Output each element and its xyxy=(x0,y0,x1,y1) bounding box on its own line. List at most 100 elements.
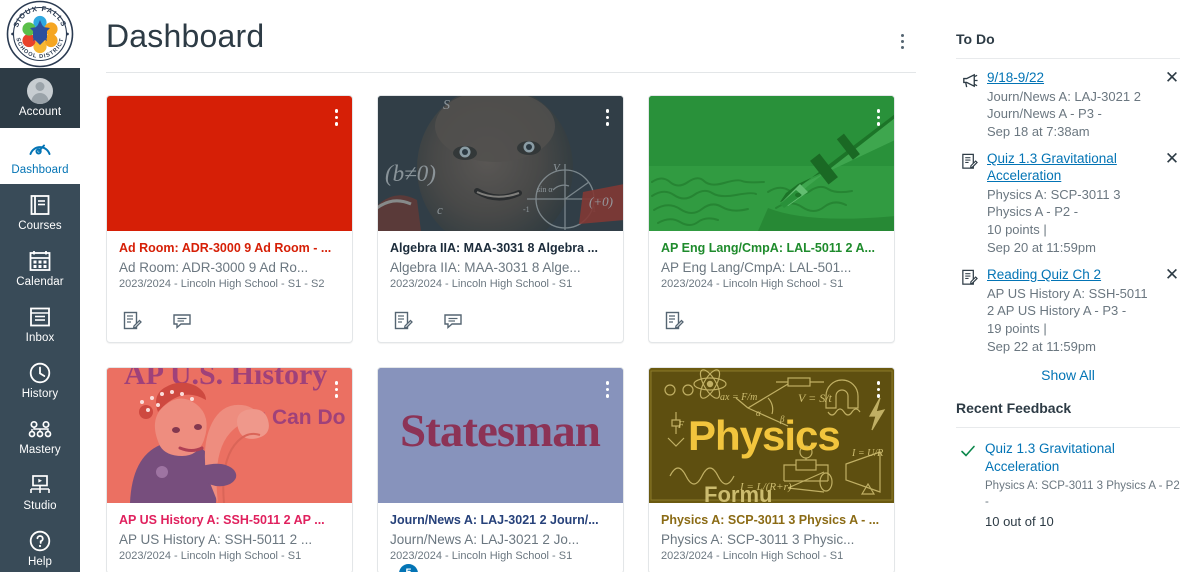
todo-dismiss-button[interactable]: ✕ xyxy=(1164,150,1180,167)
course-card-title[interactable]: AP US History A: SSH-5011 2 AP ... xyxy=(119,513,340,528)
nav-item-label: Help xyxy=(27,556,53,568)
discussions-icon[interactable] xyxy=(442,310,464,332)
todo-due: Sep 22 at 11:59pm xyxy=(987,339,1096,354)
course-card-subtitle: AP US History A: SSH-5011 2 ... xyxy=(119,532,313,547)
course-card[interactable]: ax = F/m V = S/t F I = L/(R+r) I = U/R α… xyxy=(648,367,895,572)
nav-item-inbox[interactable]: Inbox xyxy=(0,296,80,352)
district-logo[interactable]: SIOUX FALLS SCHOOL DISTRICT xyxy=(0,0,80,68)
course-card-wrapper: Statesman Journ/News A: LAJ-3021 2 Journ… xyxy=(377,367,624,572)
course-card-body: AP Eng Lang/CmpA: LAL-5011 2 A... AP Eng… xyxy=(649,231,894,301)
course-card-title[interactable]: Journ/News A: LAJ-3021 2 Journ/... xyxy=(390,513,611,528)
course-card-options-button[interactable] xyxy=(602,377,614,402)
nav-item-history[interactable]: History xyxy=(0,352,80,408)
card-art-rosie-the-riveter: AP U.S. History You Can Do It! xyxy=(107,368,352,503)
discussions-icon[interactable] xyxy=(171,310,193,332)
course-card-options-button[interactable] xyxy=(873,105,885,130)
nav-item-label: Calendar xyxy=(16,276,64,288)
inbox-tray-icon xyxy=(30,307,50,327)
todo-link[interactable]: Reading Quiz Ch 2 xyxy=(987,266,1101,283)
svg-text:Statesman: Statesman xyxy=(400,405,601,457)
course-card[interactable]: (b≠0) c S V sin α 1 -1 (+0) xyxy=(377,95,624,343)
course-card-options-button[interactable] xyxy=(331,105,343,130)
assignments-icon[interactable] xyxy=(121,310,143,332)
kebab-dot xyxy=(900,33,904,37)
course-card-options-button[interactable] xyxy=(873,377,885,402)
recent-feedback-heading: Recent Feedback xyxy=(956,400,1072,416)
course-card-actions xyxy=(107,301,352,342)
course-card-actions xyxy=(649,301,894,342)
nav-item-studio[interactable]: Studio xyxy=(0,464,80,520)
todo-link[interactable]: Quiz 1.3 Gravitational Acceleration xyxy=(987,150,1156,184)
kebab-dot xyxy=(605,394,609,398)
nav-item-dashboard[interactable]: Dashboard xyxy=(0,128,80,184)
course-card-subtitle: AP Eng Lang/CmpA: LAL-501... xyxy=(661,260,852,275)
quiz-icon xyxy=(960,266,979,292)
assignments-icon[interactable] xyxy=(392,310,414,332)
course-card-title[interactable]: AP Eng Lang/CmpA: LAL-5011 2 A... xyxy=(661,241,882,256)
course-card-subtitle: Journ/News A: LAJ-3021 2 Jo... xyxy=(390,532,580,547)
dashboard-main: Dashboard Ad Room: ADR-3000 9 Ad Room - … xyxy=(80,0,938,572)
course-card[interactable]: Statesman Journ/News A: LAJ-3021 2 Journ… xyxy=(377,367,624,572)
avatar xyxy=(27,78,53,104)
svg-text:ax = F/m: ax = F/m xyxy=(720,392,757,403)
dashboard-speedometer-icon xyxy=(29,144,51,155)
mastery-outcomes-icon xyxy=(28,420,52,438)
course-card-title[interactable]: Algebra IIA: MAA-3031 8 Algebra ... xyxy=(390,241,611,256)
course-card-options-button[interactable] xyxy=(602,105,614,130)
kebab-dot xyxy=(605,381,609,385)
course-card-term: 2023/2024 - Lincoln High School - S1 xyxy=(390,278,573,290)
course-card-body: AP US History A: SSH-5011 2 AP ... AP US… xyxy=(107,503,352,572)
course-card-term: 2023/2024 - Lincoln High School - S1 xyxy=(390,550,573,562)
todo-due: Sep 18 at 7:38am xyxy=(987,124,1090,139)
card-art-fountain-pen-handwriting xyxy=(649,96,894,231)
recent-feedback-course: Physics A: SCP-3011 3 Physics A - P2 - xyxy=(985,480,1180,508)
assignments-icon[interactable] xyxy=(663,310,685,332)
nav-item-courses[interactable]: Courses xyxy=(0,184,80,240)
calendar-icon xyxy=(29,251,51,271)
nav-item-help[interactable]: Help xyxy=(0,520,80,572)
todo-link[interactable]: 9/18-9/22 xyxy=(987,69,1044,86)
nav-item-mastery[interactable]: Mastery xyxy=(0,408,80,464)
card-art-solid-red xyxy=(107,96,352,231)
kebab-dot xyxy=(876,394,880,398)
kebab-dot xyxy=(900,39,904,43)
course-card-options-button[interactable] xyxy=(331,377,343,402)
kebab-dot xyxy=(334,115,338,119)
kebab-dot xyxy=(876,122,880,126)
check-icon xyxy=(960,440,976,464)
sioux-falls-school-district-seal-icon: SIOUX FALLS SCHOOL DISTRICT xyxy=(6,0,74,68)
todo-content: Quiz 1.3 Gravitational Acceleration Phys… xyxy=(987,150,1156,256)
course-card-title[interactable]: Ad Room: ADR-3000 9 Ad Room - ... xyxy=(119,241,340,256)
recent-feedback-link[interactable]: Quiz 1.3 Gravitational Acceleration xyxy=(985,441,1115,474)
recent-feedback-item: Quiz 1.3 Gravitational Acceleration Phys… xyxy=(956,436,1180,536)
todo-dismiss-button[interactable]: ✕ xyxy=(1164,69,1180,86)
course-card[interactable]: AP U.S. History You Can Do It! xyxy=(106,367,353,572)
nav-item-label: Inbox xyxy=(25,332,55,344)
kebab-dot xyxy=(876,109,880,113)
kebab-dot xyxy=(605,122,609,126)
card-art-portrait-formulas: (b≠0) c S V sin α 1 -1 (+0) xyxy=(378,96,623,231)
course-card-body: Physics A: SCP-3011 3 Physics A - ... Ph… xyxy=(649,503,894,572)
course-card[interactable]: Ad Room: ADR-3000 9 Ad Room - ... Ad Roo… xyxy=(106,95,353,343)
studio-screen-icon xyxy=(30,475,50,493)
course-card[interactable]: AP Eng Lang/CmpA: LAL-5011 2 A... AP Eng… xyxy=(648,95,895,343)
recent-feedback-content: Quiz 1.3 Gravitational Acceleration Phys… xyxy=(985,440,1180,530)
show-all-link[interactable]: Show All xyxy=(956,363,1180,399)
kebab-dot xyxy=(605,387,609,391)
course-card-term: 2023/2024 - Lincoln High School - S1 xyxy=(119,550,302,562)
clock-icon xyxy=(29,362,51,384)
todo-item: Reading Quiz Ch 2 AP US History A: SSH-5… xyxy=(956,264,1180,363)
course-card-image xyxy=(107,96,352,231)
kebab-dot xyxy=(334,394,338,398)
nav-item-calendar[interactable]: Calendar xyxy=(0,240,80,296)
nav-item-account[interactable]: Account xyxy=(0,68,80,128)
course-card-title[interactable]: Physics A: SCP-3011 3 Physics A - ... xyxy=(661,513,882,528)
course-card-term: 2023/2024 - Lincoln High School - S1 - S… xyxy=(119,278,325,290)
course-card-body: Algebra IIA: MAA-3031 8 Algebra ... Alge… xyxy=(378,231,623,301)
todo-dismiss-button[interactable]: ✕ xyxy=(1164,266,1180,283)
todo-divider xyxy=(956,58,1180,59)
course-card-term: 2023/2024 - Lincoln High School - S1 xyxy=(661,550,844,562)
global-navigation: SIOUX FALLS SCHOOL DISTRICT Account Dash… xyxy=(0,0,80,572)
kebab-dot xyxy=(334,387,338,391)
dashboard-options-button[interactable] xyxy=(888,26,916,56)
